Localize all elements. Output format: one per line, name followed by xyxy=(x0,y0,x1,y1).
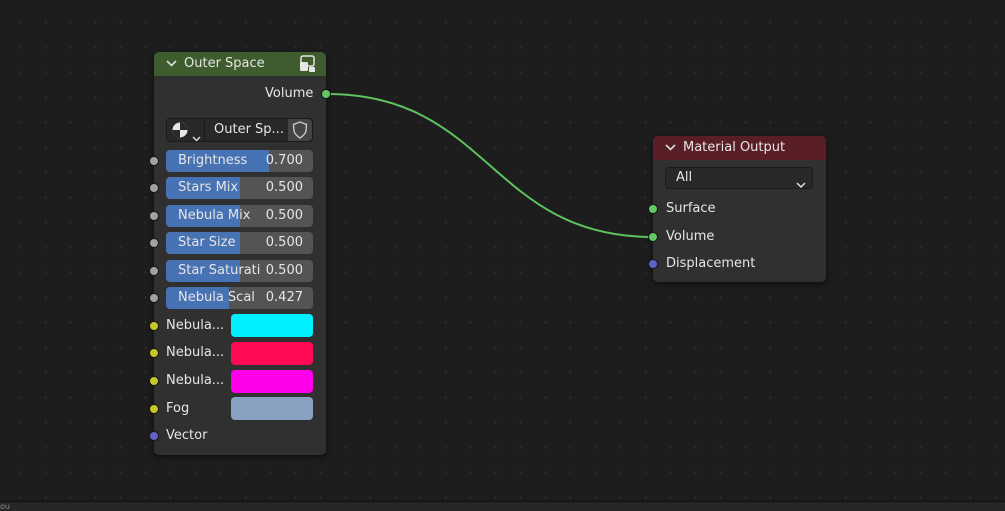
slider-value: 0.700 xyxy=(265,153,303,168)
slider-value: 0.500 xyxy=(265,263,303,278)
nebula-color-1-socket[interactable] xyxy=(149,321,159,331)
node-group-icon[interactable] xyxy=(299,55,317,73)
slider-label: Nebula Scal xyxy=(178,290,255,305)
slider-value: 0.500 xyxy=(265,208,303,223)
volume-input-label: Volume xyxy=(666,229,715,244)
material-output-node-header[interactable]: Material Output xyxy=(653,136,826,160)
vector-label: Vector xyxy=(166,428,208,443)
displacement-input-label: Displacement xyxy=(666,256,756,271)
nebula-mix-socket[interactable] xyxy=(149,211,159,221)
slider-value: 0.500 xyxy=(265,180,303,195)
slider-label: Nebula Mix xyxy=(178,208,251,223)
volume-output-label: Volume xyxy=(265,86,314,101)
displacement-input-socket[interactable] xyxy=(648,259,658,269)
slider-label: Star Size xyxy=(178,235,236,250)
volume-output-socket[interactable] xyxy=(321,89,331,99)
nebula-color-2-label: Nebula... xyxy=(166,345,225,360)
shield-icon xyxy=(292,121,308,143)
slider-label: Stars Mix xyxy=(178,180,239,195)
fog-color-swatch[interactable] xyxy=(231,397,313,420)
nebula-scale-socket[interactable] xyxy=(149,293,159,303)
outer-space-node[interactable]: Outer Space Volume Outer Sp... Brightnes… xyxy=(149,52,331,455)
node-title: Outer Space xyxy=(184,56,265,71)
outer-space-node-header[interactable]: Outer Space xyxy=(154,52,326,76)
nebula-color-3-socket[interactable] xyxy=(149,376,159,386)
node-group-datablock[interactable]: Outer Sp... xyxy=(166,118,313,142)
vector-socket[interactable] xyxy=(149,431,159,441)
star-size-slider[interactable]: Star Size 0.500 xyxy=(166,232,313,254)
slider-value: 0.427 xyxy=(265,290,303,305)
brightness-slider[interactable]: Brightness 0.700 xyxy=(166,150,313,172)
divider xyxy=(204,119,205,141)
star-saturation-slider[interactable]: Star Saturati 0.500 xyxy=(166,260,313,282)
datablock-name[interactable]: Outer Sp... xyxy=(214,119,284,141)
fake-user-button[interactable] xyxy=(288,119,312,141)
fog-socket[interactable] xyxy=(149,404,159,414)
star-saturation-socket[interactable] xyxy=(149,266,159,276)
chevron-down-icon[interactable] xyxy=(664,136,678,160)
target-dropdown[interactable]: All xyxy=(665,167,813,189)
slider-label: Star Saturati xyxy=(178,263,260,278)
material-output-node[interactable]: Material Output All Surface Volume Displ… xyxy=(648,136,826,282)
target-value: All xyxy=(676,170,693,185)
nebula-color-2-socket[interactable] xyxy=(149,348,159,358)
star-size-socket[interactable] xyxy=(149,238,159,248)
fog-label: Fog xyxy=(166,401,190,416)
slider-value: 0.500 xyxy=(265,235,303,250)
chevron-down-icon[interactable] xyxy=(165,52,179,76)
nebula-mix-slider[interactable]: Nebula Mix 0.500 xyxy=(166,205,313,227)
stars-mix-socket[interactable] xyxy=(149,183,159,193)
node-title: Material Output xyxy=(683,140,786,155)
nebula-color-3-label: Nebula... xyxy=(166,373,225,388)
chevron-down-icon[interactable] xyxy=(192,127,201,146)
nebula-color-1-swatch[interactable] xyxy=(231,314,313,337)
volume-input-socket[interactable] xyxy=(648,232,658,242)
nebula-color-3-swatch[interactable] xyxy=(231,370,313,393)
nebula-scale-slider[interactable]: Nebula Scal 0.427 xyxy=(166,287,313,309)
surface-input-label: Surface xyxy=(666,201,716,216)
node-tree-icon[interactable] xyxy=(171,121,189,139)
brightness-socket[interactable] xyxy=(149,156,159,166)
nebula-color-2-swatch[interactable] xyxy=(231,342,313,365)
nebula-color-1-label: Nebula... xyxy=(166,318,225,333)
chevron-down-icon xyxy=(796,175,806,195)
stars-mix-slider[interactable]: Stars Mix 0.500 xyxy=(166,177,313,199)
surface-input-socket[interactable] xyxy=(648,204,658,214)
slider-label: Brightness xyxy=(178,153,248,168)
